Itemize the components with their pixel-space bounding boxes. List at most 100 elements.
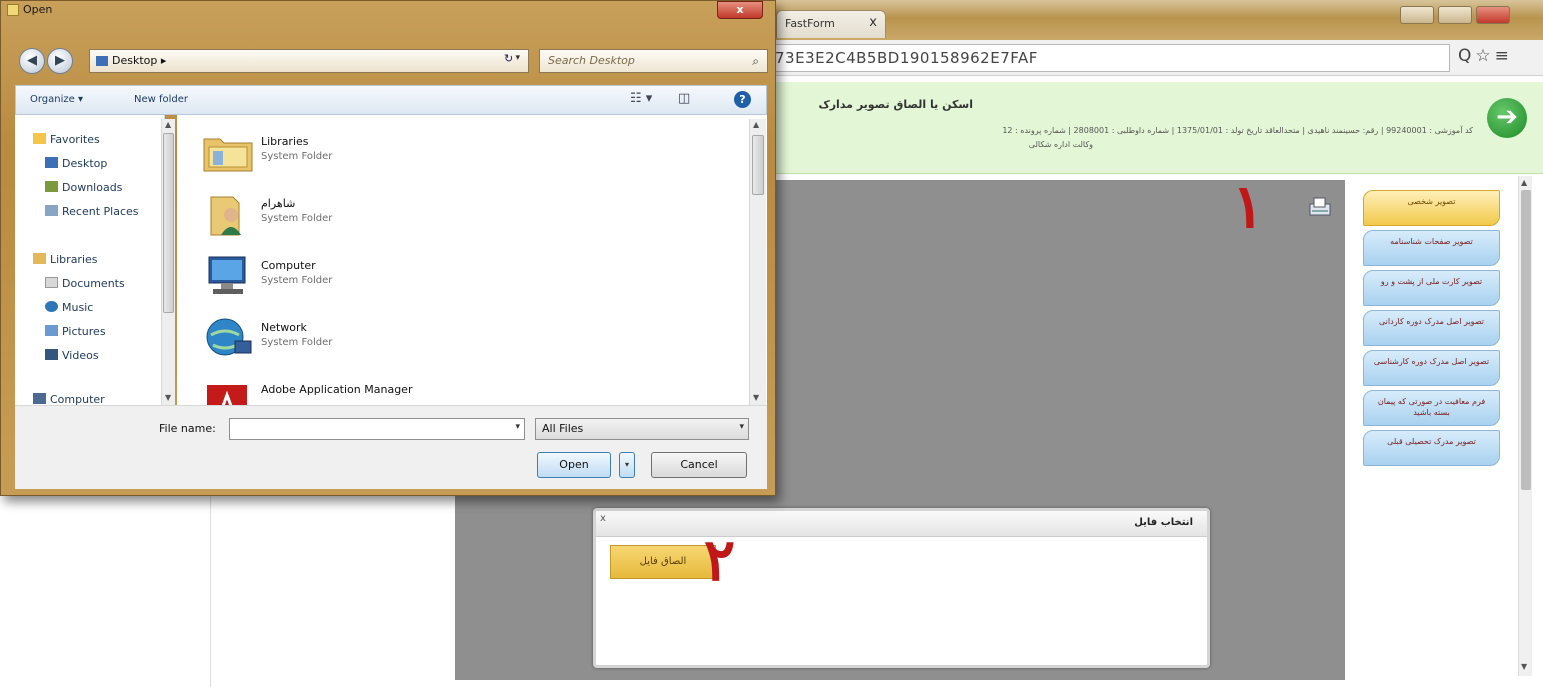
dialog-title: Open: [23, 3, 53, 16]
nav-item-downloads[interactable]: Downloads: [45, 181, 122, 194]
file-type: System Folder: [261, 213, 333, 224]
popup-header: x انتخاب فایل: [596, 511, 1207, 537]
dialog-close-button[interactable]: x: [717, 1, 763, 19]
nav-item-pictures[interactable]: Pictures: [45, 325, 106, 338]
browser-toolbar-icons[interactable]: Q☆≡: [1458, 46, 1513, 66]
open-options-button[interactable]: ▾: [619, 452, 635, 478]
banner-info: کد آموزشی : 99240001 | رقم: حسینمند ناهی…: [773, 124, 1473, 152]
recent-places-icon: [45, 205, 58, 216]
file-type: System Folder: [261, 275, 333, 286]
menu-item-bachelor-degree[interactable]: تصویر اصل مدرک دوره کارشناسی: [1363, 350, 1500, 386]
star-icon: [33, 133, 46, 144]
file-name: Adobe Application Manager: [261, 383, 413, 396]
file-type-select[interactable]: All Files ▾: [535, 418, 749, 440]
scroll-up-icon[interactable]: ▲: [165, 120, 171, 129]
navigation-pane: Favorites Desktop Downloads Recent Place…: [15, 115, 165, 405]
chevron-down-icon[interactable]: ▾: [739, 422, 744, 432]
menu-item-personal-photo[interactable]: تصویر شخصی: [1363, 190, 1500, 226]
document-side-menu: تصویر شخصی تصویر صفحات شناسنامه تصویر کا…: [1355, 176, 1510, 682]
list-item[interactable]: Adobe Application Manager: [195, 369, 735, 405]
scrollbar-thumb[interactable]: [163, 133, 174, 313]
nav-item-music[interactable]: Music: [45, 301, 93, 314]
scrollbar-thumb[interactable]: [752, 135, 764, 195]
maximize-button[interactable]: [1438, 6, 1472, 24]
next-arrow-button[interactable]: ➔: [1487, 98, 1527, 138]
address-path: Desktop ▸: [112, 54, 167, 67]
annotation-number-2: ۲: [704, 526, 736, 594]
nav-item-computer[interactable]: Computer: [33, 393, 105, 405]
open-button[interactable]: Open: [537, 452, 611, 478]
scroll-up-icon[interactable]: ▲: [753, 120, 759, 129]
nav-item-favorites[interactable]: Favorites: [33, 133, 100, 146]
list-item[interactable]: شاهرام System Folder: [195, 183, 735, 243]
page-scrollbar[interactable]: ▲ ▼: [1518, 176, 1532, 676]
popup-close-icon[interactable]: x: [600, 513, 606, 524]
nav-item-desktop[interactable]: Desktop: [45, 157, 107, 170]
desktop-icon: [45, 157, 58, 168]
dialog-app-icon: [7, 4, 19, 16]
search-icon[interactable]: ⌕: [752, 54, 759, 69]
tab-close-icon[interactable]: x: [869, 15, 877, 30]
close-window-button[interactable]: [1476, 6, 1510, 24]
screen: FastForm x 73E3E2C4B5BD190158962E7FAF Q☆…: [0, 0, 1543, 687]
libraries-folder-icon: [203, 138, 253, 172]
help-icon[interactable]: ?: [734, 91, 751, 108]
computer-icon: [208, 256, 246, 294]
menu-item-id-pages[interactable]: تصویر صفحات شناسنامه: [1363, 230, 1500, 266]
file-type-selected: All Files: [542, 422, 584, 435]
forward-button[interactable]: ▶: [47, 48, 73, 74]
navigation-scrollbar[interactable]: ▲ ▼: [161, 119, 175, 405]
refresh-icon[interactable]: ↻: [504, 52, 513, 65]
view-options-icon[interactable]: ☷ ▾: [630, 91, 652, 106]
scanner-icon[interactable]: [1308, 196, 1332, 218]
address-dropdown-icon[interactable]: ▾: [515, 53, 520, 63]
dialog-search-input[interactable]: Search Desktop ⌕: [539, 49, 768, 73]
file-list-scrollbar[interactable]: ▲ ▼: [749, 119, 766, 405]
scroll-up-icon[interactable]: ▲: [1521, 178, 1527, 187]
scroll-down-icon[interactable]: ▼: [165, 393, 171, 402]
file-name-input[interactable]: ▾: [229, 418, 525, 440]
dialog-toolbar: Organize ▾ New folder ☷ ▾ ◫ ?: [15, 85, 767, 115]
scrollbar-thumb[interactable]: [1521, 190, 1531, 490]
file-name: Computer: [261, 259, 316, 272]
scroll-down-icon[interactable]: ▼: [753, 393, 759, 402]
dialog-address-bar[interactable]: Desktop ▸ ▾: [89, 49, 529, 73]
desktop-folder-icon: [96, 56, 108, 66]
file-list: Libraries System Folder شاهرام System Fo…: [177, 115, 767, 405]
file-select-popup: x انتخاب فایل الصاق فایل: [593, 508, 1210, 668]
file-name: Network: [261, 321, 307, 334]
menu-item-national-card[interactable]: تصویر کارت ملی از پشت و رو: [1363, 270, 1500, 306]
back-button[interactable]: ◀: [19, 48, 45, 74]
browser-tab[interactable]: FastForm x: [776, 10, 886, 38]
nav-item-videos[interactable]: Videos: [45, 349, 99, 362]
file-type: System Folder: [261, 337, 333, 348]
scroll-down-icon[interactable]: ▼: [1521, 662, 1527, 671]
annotation-number-1: ۱: [1232, 172, 1265, 242]
organize-menu-button[interactable]: Organize ▾: [30, 94, 83, 105]
minimize-button[interactable]: [1400, 6, 1434, 24]
preview-pane-icon[interactable]: ◫: [678, 91, 690, 106]
nav-item-recent-places[interactable]: Recent Places: [45, 205, 139, 218]
nav-item-documents[interactable]: Documents: [45, 277, 125, 290]
file-name: شاهرام: [261, 197, 296, 210]
banner-title: اسکن یا الصاق تصویر مدارک: [818, 98, 973, 111]
adobe-app-icon: [207, 385, 247, 405]
menu-item-previous-degree[interactable]: تصویر مدرک تحصیلی قبلی: [1363, 430, 1500, 466]
banner-info-line: وکالت اداره شکالی: [1028, 140, 1093, 149]
popup-title: انتخاب فایل: [1134, 517, 1193, 528]
list-item[interactable]: Computer System Folder: [195, 245, 735, 305]
network-icon: [206, 318, 252, 356]
attach-file-button[interactable]: الصاق فایل: [610, 545, 716, 579]
chevron-down-icon[interactable]: ▾: [515, 422, 520, 432]
menu-item-associate-degree[interactable]: تصویر اصل مدرک دوره کاردانی: [1363, 310, 1500, 346]
new-folder-button[interactable]: New folder: [134, 94, 188, 105]
computer-icon: [33, 393, 46, 404]
address-bar[interactable]: 73E3E2C4B5BD190158962E7FAF: [760, 44, 1450, 72]
list-item[interactable]: Network System Folder: [195, 307, 735, 367]
menu-item-exemption-form[interactable]: فرم معافیت در صورتی که پیمان بسته باشید: [1363, 390, 1500, 426]
header-banner: اسکن یا الصاق تصویر مدارک کد آموزشی : 99…: [760, 82, 1543, 174]
nav-item-libraries[interactable]: Libraries: [33, 253, 98, 266]
cancel-button[interactable]: Cancel: [651, 452, 747, 478]
list-item[interactable]: Libraries System Folder: [195, 121, 735, 181]
search-placeholder: Search Desktop: [548, 54, 635, 67]
